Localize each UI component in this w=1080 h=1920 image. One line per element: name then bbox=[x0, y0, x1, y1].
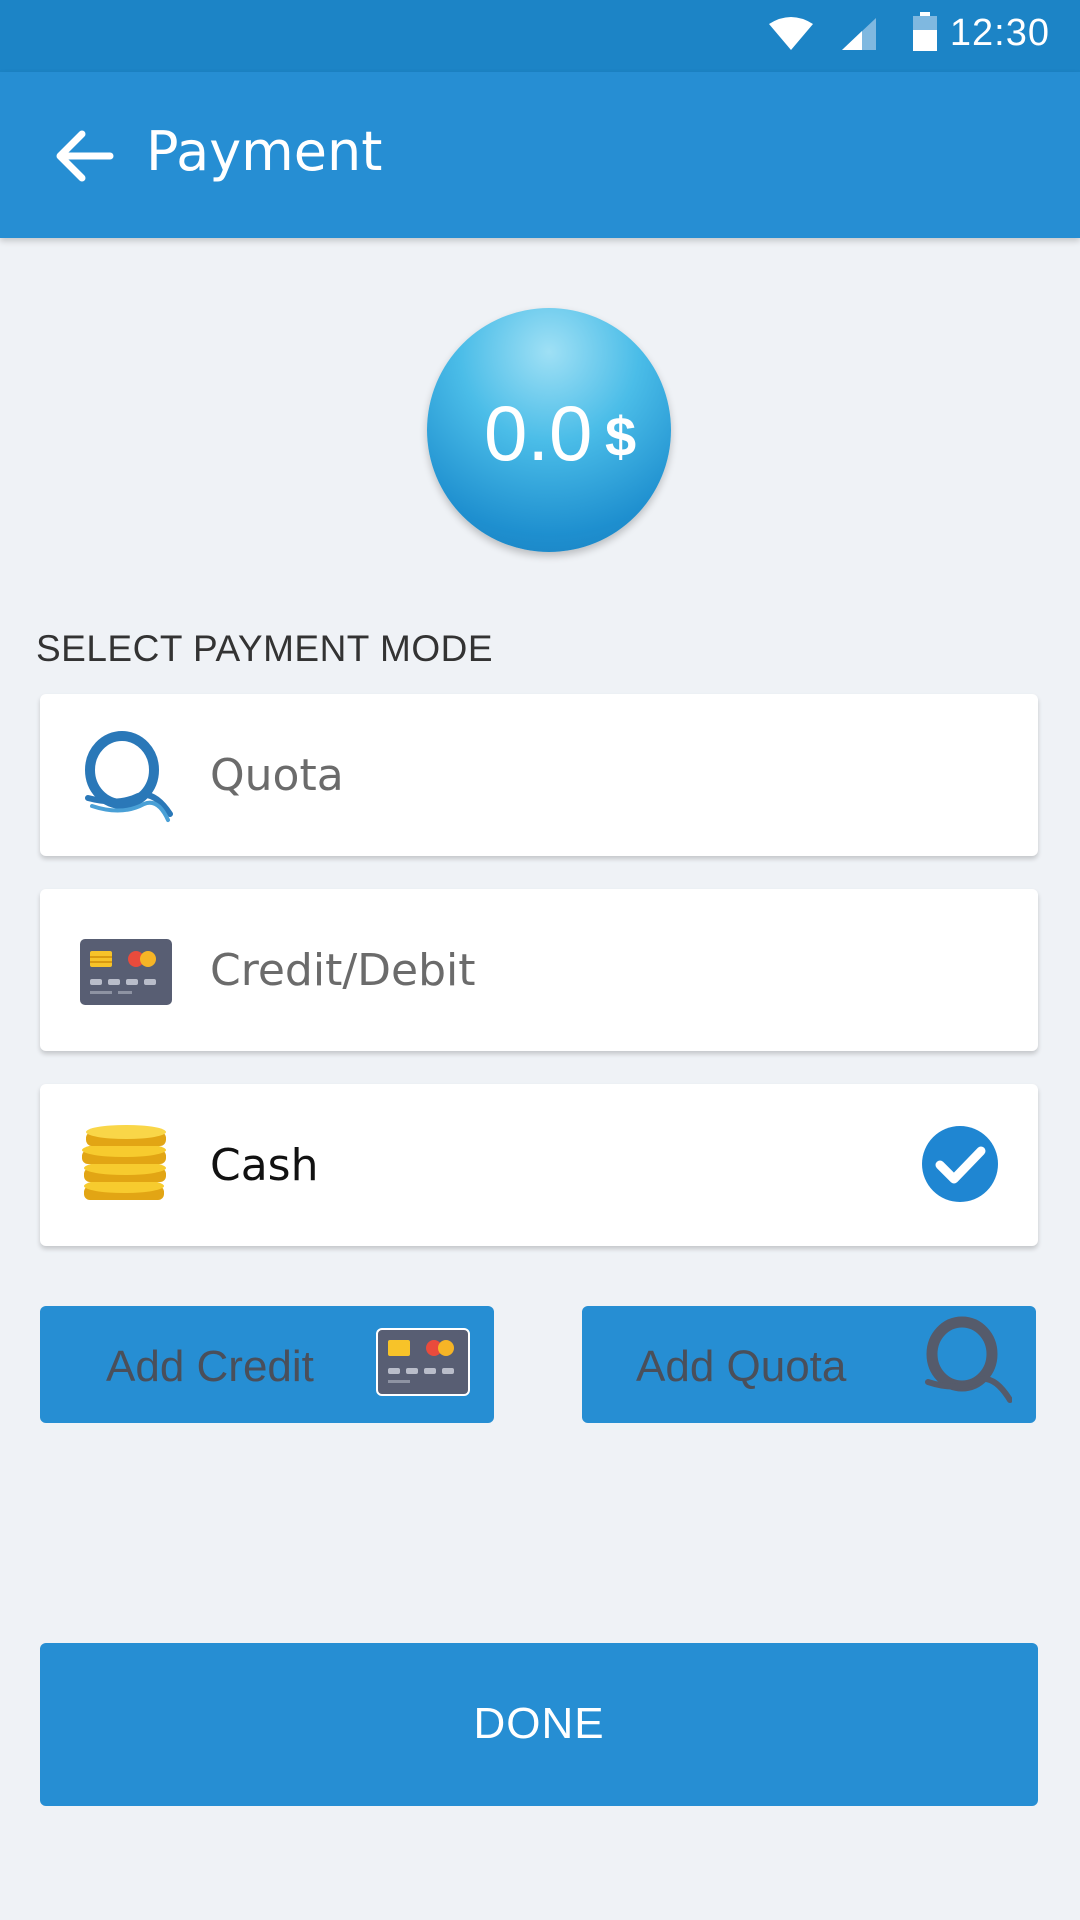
credit-card-icon bbox=[376, 1328, 470, 1396]
done-label: DONE bbox=[473, 1699, 605, 1748]
done-button[interactable]: DONE bbox=[40, 1643, 1038, 1806]
coins-icon bbox=[82, 1125, 166, 1200]
payment-mode-label: Cash bbox=[210, 1140, 319, 1191]
payment-mode-credit-debit[interactable]: Credit/Debit bbox=[40, 889, 1038, 1051]
signal-icon bbox=[842, 18, 876, 50]
add-quota-button[interactable]: Add Quota bbox=[582, 1306, 1036, 1423]
page-title: Payment bbox=[146, 120, 383, 183]
wifi-icon bbox=[769, 17, 813, 50]
back-button[interactable] bbox=[52, 126, 116, 186]
payment-mode-label: Credit/Debit bbox=[210, 945, 476, 996]
credit-card-icon bbox=[80, 939, 172, 1005]
payment-mode-cash[interactable]: Cash bbox=[40, 1084, 1038, 1246]
quota-logo-icon bbox=[925, 1316, 1012, 1403]
amount-value: 0.0 bbox=[484, 389, 593, 477]
check-circle-icon bbox=[922, 1126, 998, 1202]
battery-icon bbox=[913, 12, 937, 51]
app-bar: Payment bbox=[0, 72, 1080, 238]
payment-mode-quota[interactable]: Quota bbox=[40, 694, 1038, 856]
add-credit-button[interactable]: Add Credit bbox=[40, 1306, 494, 1423]
add-quota-label: Add Quota bbox=[636, 1342, 847, 1391]
quota-logo-icon bbox=[85, 731, 173, 822]
arrow-left-icon bbox=[56, 130, 114, 182]
payment-mode-heading: SELECT PAYMENT MODE bbox=[36, 628, 494, 669]
status-time: 12:30 bbox=[949, 12, 1050, 54]
currency-symbol: $ bbox=[605, 405, 637, 468]
add-credit-label: Add Credit bbox=[106, 1342, 314, 1391]
amount-display: 0.0 $ bbox=[427, 308, 671, 552]
payment-mode-label: Quota bbox=[210, 750, 344, 801]
status-bar: 12:30 bbox=[0, 0, 1080, 72]
